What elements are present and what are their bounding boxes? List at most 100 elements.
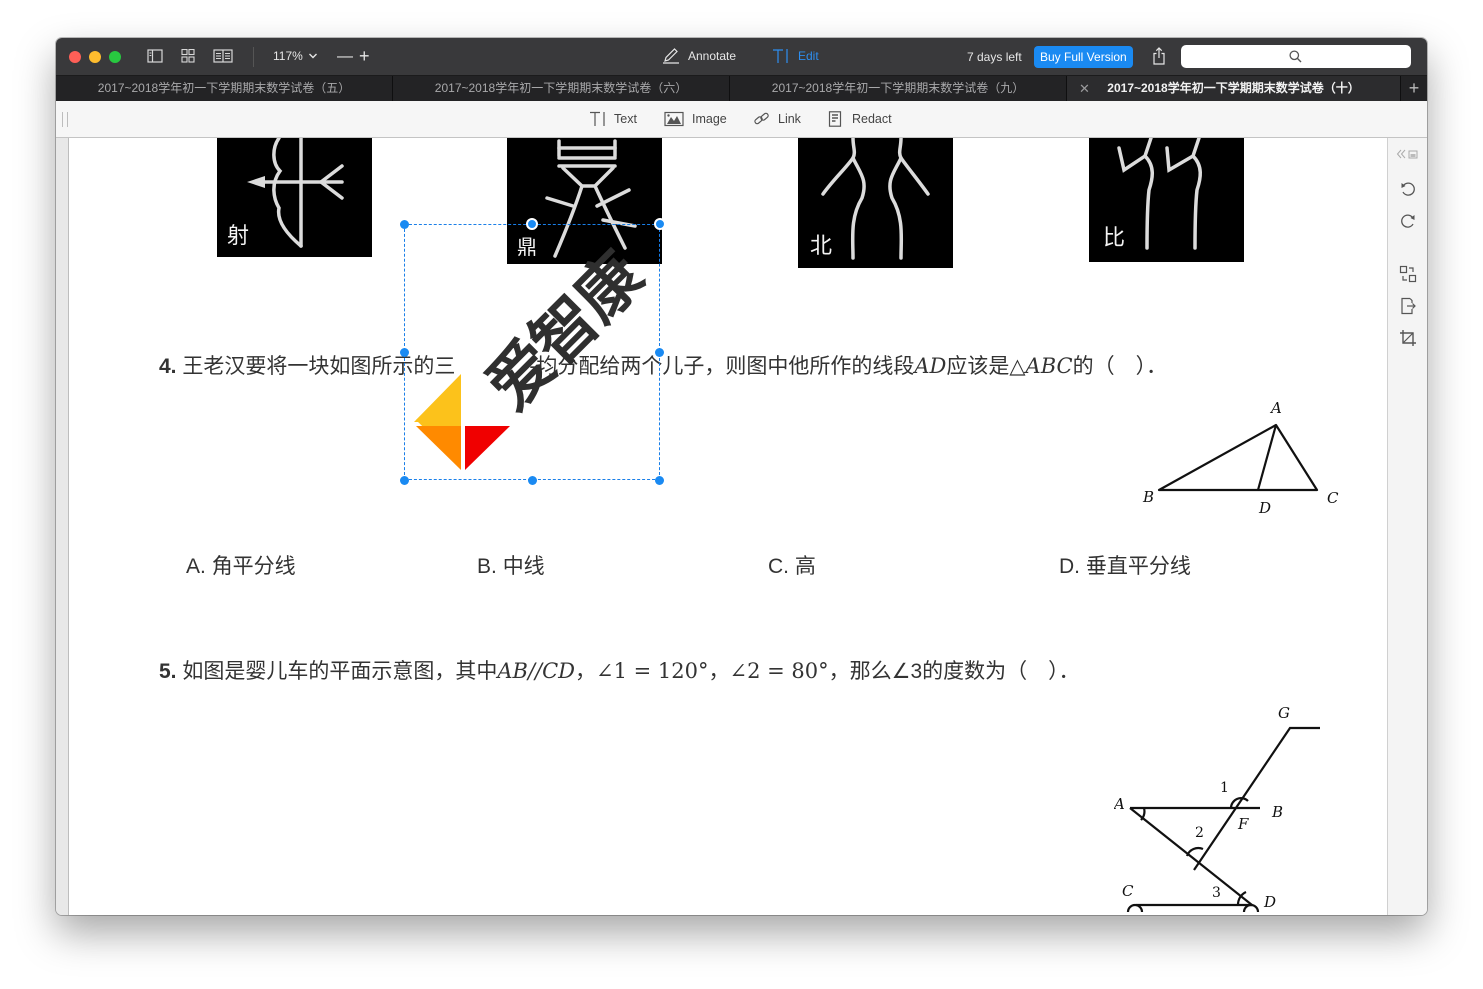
text-cursor-icon (773, 49, 788, 63)
option-letter: B. (477, 555, 497, 578)
option-text: 高 (794, 555, 816, 578)
extract-page-icon[interactable] (1399, 297, 1417, 315)
resize-handle-bottom-left[interactable] (400, 476, 409, 485)
image-selection-box[interactable] (400, 218, 666, 485)
add-image-tool[interactable]: Image (664, 111, 727, 127)
link-tool-label: Link (778, 112, 801, 126)
tab-exam-10[interactable]: ✕ 2017~2018学年初一下学期期末数学试卷（十） (1067, 76, 1401, 102)
resize-handle-right[interactable] (655, 348, 664, 357)
close-window-button[interactable] (69, 51, 81, 63)
question-text: 应该是△ (946, 355, 1026, 378)
pdf-page: 射 鼎 北 比 4. 王老汉要将一块如图所示的三 -均分配给两个儿子，则图中他所… (68, 138, 1387, 915)
redact-tool[interactable]: Redact (827, 111, 892, 127)
sidebar-resize-handle[interactable] (62, 112, 68, 127)
add-text-tool[interactable]: Text (589, 111, 637, 127)
resize-handle-top-right[interactable] (654, 218, 666, 230)
replace-page-icon[interactable] (1399, 265, 1417, 283)
collapse-thumbnails-icon[interactable] (1396, 148, 1418, 160)
image-tool-label: Image (692, 112, 727, 126)
math-triangle-abc: ABC (1025, 354, 1073, 378)
option-b[interactable]: B. 中线 (477, 550, 545, 580)
point-label-c: C (1122, 882, 1134, 900)
glyph-label: 北 (810, 234, 833, 259)
resize-handle-bottom[interactable] (528, 476, 537, 485)
resize-handle-top[interactable] (526, 218, 538, 230)
thumbnail-grid-icon[interactable] (180, 49, 196, 63)
image-tool-icon (664, 111, 684, 127)
toolbar-divider (253, 47, 254, 67)
minimize-window-button[interactable] (89, 51, 101, 63)
annotate-label: Annotate (688, 49, 737, 63)
question-text: ，那么∠3的度数为（ ）． (828, 660, 1080, 683)
document-view[interactable]: 射 鼎 北 比 4. 王老汉要将一块如图所示的三 -均分配给两个儿子，则图中他所… (56, 138, 1387, 915)
resize-handle-top-left[interactable] (400, 220, 409, 229)
edit-label: Edit (798, 49, 819, 63)
search-icon (1289, 50, 1302, 63)
separator: ， (708, 660, 730, 683)
pen-icon (663, 48, 679, 64)
glyph-image-bei[interactable]: 北 (798, 138, 953, 268)
tab-label: 2017~2018学年初一下学期期末数学试卷（五） (97, 81, 351, 95)
zoom-level[interactable]: 117% (273, 49, 303, 63)
vertex-label-c: C (1327, 489, 1339, 507)
sidebar-toggle-icon[interactable] (147, 49, 163, 63)
glyph-label: 比 (1103, 226, 1126, 251)
question-number: 4. (159, 355, 177, 378)
zoom-out-button[interactable]: — (337, 48, 353, 66)
edit-button[interactable]: Edit (772, 48, 819, 64)
app-window: 117% — + Annotate Edit 7 days left Buy F… (56, 38, 1427, 915)
resize-handle-bottom-right[interactable] (655, 476, 664, 485)
close-tab-icon[interactable]: ✕ (1079, 76, 1090, 101)
title-bar: 117% — + Annotate Edit 7 days left Buy F… (56, 38, 1427, 75)
tab-exam-6[interactable]: 2017~2018学年初一下学期期末数学试卷（六） (393, 76, 730, 102)
tab-exam-9[interactable]: 2017~2018学年初一下学期期末数学试卷（九） (730, 76, 1067, 102)
add-link-tool[interactable]: Link (753, 111, 801, 127)
glyph-image-bi[interactable]: 比 (1089, 138, 1244, 262)
glyph-image-she[interactable]: 射 (217, 138, 372, 257)
glyph-label: 射 (227, 224, 250, 249)
rotate-left-icon[interactable] (1399, 180, 1417, 198)
tab-label: 2017~2018学年初一下学期期末数学试卷（十） (1107, 81, 1360, 95)
math-angle-1: ∠1 = 120° (596, 659, 709, 683)
annotate-button[interactable]: Annotate (662, 48, 736, 64)
stroller-figure: G A B F C D 1 2 3 (1114, 700, 1354, 915)
search-input[interactable] (1181, 45, 1411, 68)
resize-handle-left[interactable] (400, 348, 409, 357)
right-tool-sidebar (1387, 138, 1427, 915)
vertex-label-a: A (1269, 399, 1282, 417)
option-letter: C. (768, 555, 789, 578)
question-number: 5. (159, 660, 177, 683)
option-letter: D. (1059, 555, 1080, 578)
math-segment-ad: AD (914, 354, 947, 378)
vertex-label-b: B (1142, 488, 1154, 506)
point-label-b: B (1271, 803, 1283, 821)
tab-exam-5[interactable]: 2017~2018学年初一下学期期末数学试卷（五） (56, 76, 393, 102)
math-parallel: AB//CD (497, 659, 576, 683)
text-tool-label: Text (614, 112, 637, 126)
option-d[interactable]: D. 垂直平分线 (1059, 550, 1191, 580)
rotate-right-icon[interactable] (1399, 212, 1417, 230)
zoom-in-button[interactable]: + (359, 46, 370, 67)
option-text: 中线 (502, 555, 545, 578)
crop-icon[interactable] (1399, 329, 1417, 347)
vertex-label-d: D (1258, 499, 1271, 517)
option-c[interactable]: C. 高 (768, 550, 816, 580)
option-text: 角平分线 (211, 555, 296, 578)
tab-label: 2017~2018学年初一下学期期末数学试卷（六） (434, 81, 688, 95)
buy-full-version-button[interactable]: Buy Full Version (1034, 46, 1133, 68)
new-tab-button[interactable]: + (1401, 76, 1427, 102)
angle-label-1: 1 (1220, 780, 1229, 796)
two-page-view-icon[interactable] (213, 49, 233, 63)
share-icon[interactable] (1152, 47, 1166, 65)
option-a[interactable]: A. 角平分线 (186, 550, 296, 580)
option-letter: A. (186, 555, 206, 578)
chevron-down-icon[interactable] (308, 51, 318, 61)
point-label-f: F (1237, 815, 1249, 833)
question-text: 的（ ）． (1072, 355, 1168, 378)
zoom-window-button[interactable] (109, 51, 121, 63)
option-text: 垂直平分线 (1085, 555, 1191, 578)
angle-label-2: 2 (1195, 825, 1204, 841)
angle-label-3: 3 (1212, 885, 1221, 901)
triangle-abc-figure: A B C D (1137, 398, 1347, 518)
redact-tool-label: Redact (852, 112, 892, 126)
